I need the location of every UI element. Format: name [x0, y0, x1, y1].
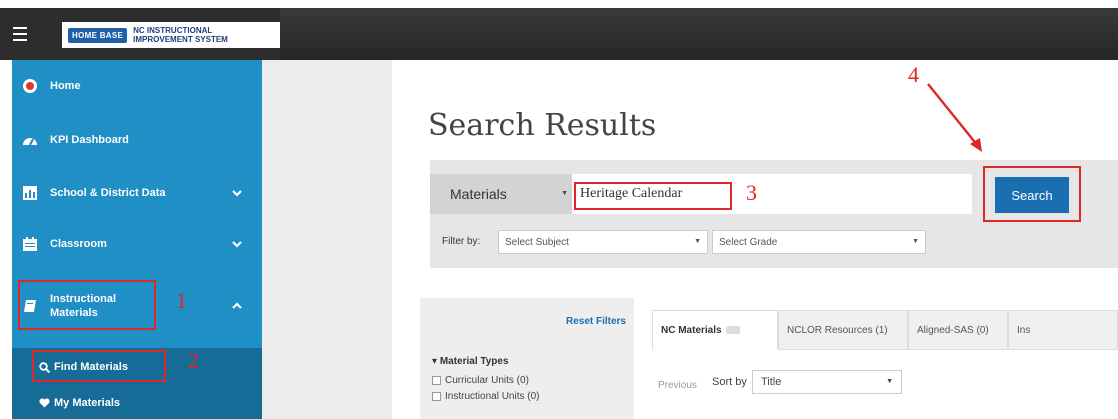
chevron-down-icon[interactable] — [232, 239, 242, 249]
subject-select-value: Select Subject — [505, 236, 569, 248]
top-bar: HOME BASE NC INSTRUCTIONAL IMPROVEMENT S… — [0, 8, 1118, 60]
tab-instructional[interactable]: Ins — [1008, 310, 1118, 350]
annotation-box-2 — [32, 350, 166, 382]
filter-option-label: Instructional Units (0) — [445, 391, 540, 402]
search-type-select[interactable]: Materials ▼ — [430, 174, 572, 214]
sidebar-item-label: Home — [50, 80, 81, 92]
grade-select[interactable]: Select Grade ▼ — [712, 230, 926, 254]
hamburger-icon[interactable] — [0, 8, 40, 60]
home-icon — [22, 78, 38, 94]
sidebar-item-classroom[interactable]: Classroom — [12, 232, 262, 256]
top-bar-fill — [280, 8, 1118, 60]
chevron-down-icon[interactable] — [232, 188, 242, 198]
checkbox[interactable] — [432, 392, 441, 401]
system-name: NC INSTRUCTIONAL IMPROVEMENT SYSTEM — [133, 26, 228, 44]
count-badge — [725, 326, 740, 334]
caret-down-icon: ▼ — [886, 378, 893, 385]
sidebar-item-home[interactable]: Home — [12, 74, 262, 98]
search-panel: Materials ▼ 3 Search Filter by: Select S… — [430, 160, 1118, 268]
tab-label: NC Materials — [661, 324, 722, 336]
annotation-arrow-icon — [927, 83, 982, 152]
caret-down-icon: ▼ — [694, 238, 701, 245]
calendar-icon — [22, 236, 38, 252]
results-tabs: NC Materials NCLOR Resources (1) Aligned… — [652, 310, 1118, 350]
main-content: Search Results 4 Materials ▼ 3 Search Fi… — [392, 60, 1118, 419]
sort-select-value: Title — [761, 376, 782, 388]
tab-label: Ins — [1017, 324, 1031, 336]
brand-logo[interactable]: HOME BASE NC INSTRUCTIONAL IMPROVEMENT S… — [62, 22, 280, 48]
submenu-item-label: My Materials — [54, 397, 121, 409]
annotation-box-1 — [18, 280, 156, 330]
heart-icon — [38, 395, 50, 411]
bar-chart-icon — [22, 185, 38, 201]
filters-panel: Reset Filters ▾ Material Types Curricula… — [420, 298, 634, 419]
tab-aligned-sas[interactable]: Aligned-SAS (0) — [908, 310, 1008, 350]
material-types-label: Material Types — [439, 356, 509, 367]
caret-down-icon: ▾ — [432, 356, 440, 367]
app-window: HOME BASE NC INSTRUCTIONAL IMPROVEMENT S… — [0, 0, 1118, 419]
annotation-number-1: 1 — [176, 288, 187, 313]
grade-select-value: Select Grade — [719, 236, 778, 248]
system-name-line1: NC INSTRUCTIONAL — [133, 26, 213, 35]
sort-select[interactable]: Title ▼ — [752, 370, 902, 394]
system-name-line2: IMPROVEMENT SYSTEM — [133, 35, 228, 44]
checkbox[interactable] — [432, 376, 441, 385]
sort-by-label: Sort by — [712, 376, 747, 388]
search-type-value: Materials — [450, 186, 507, 202]
filter-option-curricular-units[interactable]: Curricular Units (0) — [432, 375, 529, 386]
subject-select[interactable]: Select Subject ▼ — [498, 230, 708, 254]
tab-nc-materials[interactable]: NC Materials — [652, 310, 778, 350]
tab-nclor-resources[interactable]: NCLOR Resources (1) — [778, 310, 908, 350]
reset-filters-link[interactable]: Reset Filters — [566, 316, 626, 327]
content-gutter — [262, 60, 392, 419]
sidebar: Home KPI Dashboard School & District Dat… — [12, 60, 262, 419]
filter-option-instructional-units[interactable]: Instructional Units (0) — [432, 391, 539, 402]
filter-option-label: Curricular Units (0) — [445, 375, 529, 386]
sidebar-item-label: KPI Dashboard — [50, 134, 129, 146]
page-title: Search Results — [428, 108, 657, 143]
annotation-box-4 — [983, 166, 1081, 222]
instructional-materials-submenu: Find Materials My Materials 2 — [12, 348, 262, 419]
sidebar-item-kpi-dashboard[interactable]: KPI Dashboard — [12, 128, 262, 152]
home-base-logo: HOME BASE — [68, 27, 128, 43]
material-types-heading[interactable]: ▾ Material Types — [432, 356, 509, 367]
chevron-up-icon[interactable] — [232, 301, 242, 311]
previous-link[interactable]: Previous — [658, 380, 697, 391]
filter-by-label: Filter by: — [442, 236, 481, 247]
tab-label: Aligned-SAS (0) — [917, 324, 989, 336]
caret-down-icon: ▼ — [912, 238, 919, 245]
annotation-number-3: 3 — [746, 180, 757, 205]
dashboard-icon — [22, 132, 38, 148]
caret-down-icon: ▼ — [561, 190, 568, 197]
submenu-item-my-materials[interactable]: My Materials — [12, 392, 262, 414]
annotation-number-2: 2 — [188, 348, 199, 373]
annotation-box-3 — [574, 182, 732, 210]
annotation-number-4: 4 — [908, 62, 919, 87]
sidebar-item-label: School & District Data — [50, 187, 166, 199]
sidebar-item-label: Classroom — [50, 238, 107, 250]
sidebar-item-school-district-data[interactable]: School & District Data — [12, 181, 262, 205]
tab-label: NCLOR Resources (1) — [787, 324, 888, 336]
